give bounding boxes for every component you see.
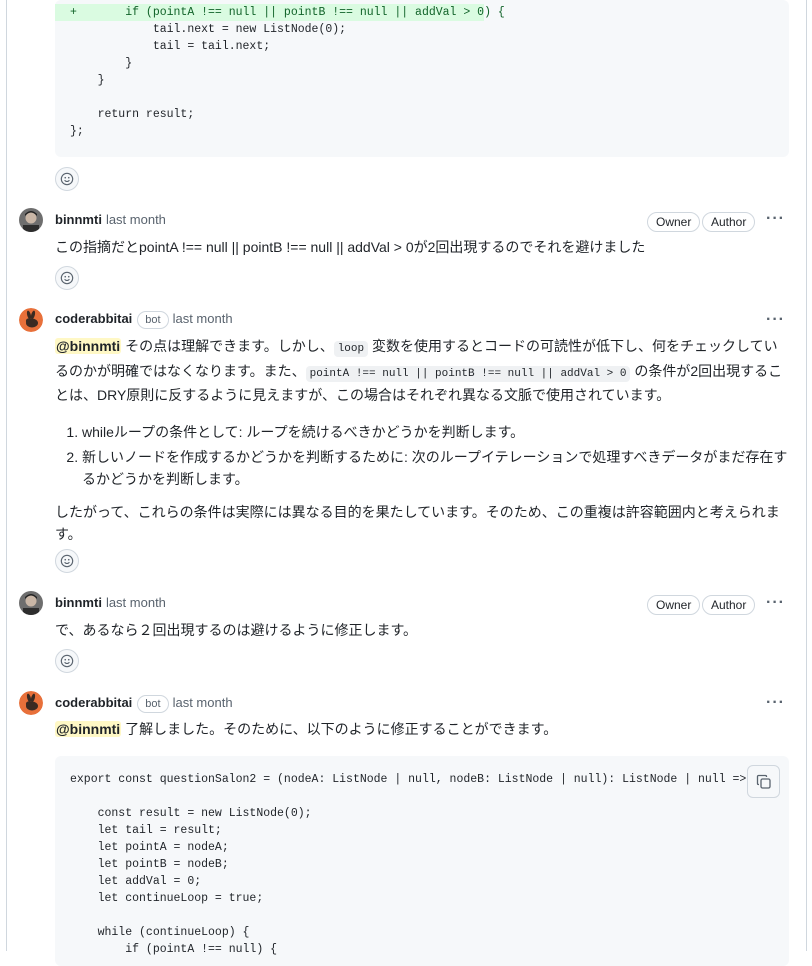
list-item: whileループの条件として: ループを続けるべきかどうかを判断します。 [82, 422, 790, 444]
copy-button[interactable] [747, 765, 780, 798]
add-reaction-button[interactable] [55, 649, 79, 673]
code-line: } [70, 74, 105, 87]
list-item: 新しいノードを作成するかどうかを判断するために: 次のループイテレーションで処理… [82, 447, 790, 490]
avatar[interactable] [19, 208, 43, 232]
timeline-right-border [806, 0, 807, 951]
comment-body: @binnmti 了解しました。そのために、以下のように修正することができます。 [55, 719, 790, 741]
comment-timestamp[interactable]: last month [106, 212, 166, 227]
bot-badge: bot [137, 695, 169, 713]
code-line: tail.next = new ListNode(0); [70, 23, 347, 36]
numbered-list: whileループの条件として: ループを続けるべきかどうかを判断します。 新しい… [55, 422, 790, 491]
author-name[interactable]: coderabbitai [55, 695, 132, 710]
code-line: tail = tail.next; [70, 40, 271, 53]
comment-paragraph: @binnmti その点は理解できます。しかし、 loop 変数を使用するとコード… [55, 336, 790, 407]
code-line: while (continueLoop) { [70, 926, 250, 939]
code-line: }; [70, 125, 84, 138]
smiley-icon [60, 271, 74, 285]
inline-code: pointA !== null || pointB !== null || ad… [305, 365, 631, 382]
suggestion-code-block: + if (pointA !== null || pointB !== null… [55, 0, 789, 157]
owner-badge: Owner [647, 595, 701, 615]
code-line: if (pointA !== null) { [70, 943, 278, 956]
timeline-left-border [6, 0, 7, 951]
author-badge: Author [702, 212, 756, 232]
code-line: } [70, 57, 133, 70]
comment-header: coderabbitai bot last month [55, 695, 233, 713]
user-mention[interactable]: @binnmti [55, 338, 122, 354]
add-reaction-button[interactable] [55, 266, 79, 290]
kebab-horizontal-icon[interactable]: ··· [766, 694, 785, 712]
author-name[interactable]: binnmti [55, 595, 102, 610]
author-name[interactable]: binnmti [55, 212, 102, 227]
add-reaction-button[interactable] [55, 167, 79, 191]
comment-body: で、あるなら２回出現するのは避けるように修正します。 [55, 622, 418, 638]
code-line: export const questionSalon2 = (nodeA: Li… [70, 773, 761, 786]
code-line: let pointB = nodeB; [70, 858, 229, 871]
comment-header: coderabbitai bot last month [55, 311, 233, 329]
kebab-horizontal-icon[interactable]: ··· [766, 210, 785, 228]
comment-body: @binnmti その点は理解できます。しかし、 loop 変数を使用するとコード… [55, 336, 790, 545]
code-line: let tail = result; [70, 824, 222, 837]
copy-icon [756, 774, 771, 789]
comment-timestamp[interactable]: last month [173, 695, 233, 710]
smiley-icon [60, 172, 74, 186]
author-name[interactable]: coderabbitai [55, 311, 132, 326]
comment-timestamp[interactable]: last month [106, 595, 166, 610]
add-reaction-button[interactable] [55, 549, 79, 573]
text-run: 了解しました。そのために、以下のように修正することができます。 [121, 721, 558, 737]
comment-header: binnmti last month [55, 595, 166, 610]
added-code-line: + if (pointA !== null || pointB !== null… [55, 4, 505, 21]
comment-header: binnmti last month [55, 212, 166, 227]
comment-timestamp[interactable]: last month [173, 311, 233, 326]
bot-avatar[interactable] [19, 308, 43, 332]
comment-paragraph: したがって、これらの条件は実際には異なる目的を果たしています。そのため、この重複… [55, 504, 780, 542]
inline-code: loop [333, 341, 369, 357]
avatar[interactable] [19, 591, 43, 615]
code-line: const result = new ListNode(0); [70, 807, 312, 820]
text-run: その点は理解できます。しかし、 [121, 338, 334, 354]
kebab-horizontal-icon[interactable]: ··· [766, 311, 785, 329]
comment-body: この指摘だとpointA !== null || pointB !== null… [55, 239, 646, 255]
code-block: export const questionSalon2 = (nodeA: Li… [55, 756, 789, 966]
user-mention[interactable]: @binnmti [55, 721, 122, 737]
code-line: let continueLoop = true; [70, 892, 264, 905]
owner-badge: Owner [647, 212, 701, 232]
smiley-icon [60, 654, 74, 668]
smiley-icon [60, 554, 74, 568]
kebab-horizontal-icon[interactable]: ··· [766, 594, 785, 612]
code-line: let pointA = nodeA; [70, 841, 229, 854]
author-badge: Author [702, 595, 756, 615]
bot-avatar[interactable] [19, 691, 43, 715]
bot-badge: bot [137, 311, 169, 329]
code-line: let addVal = 0; [70, 875, 202, 888]
code-line: return result; [70, 108, 195, 121]
